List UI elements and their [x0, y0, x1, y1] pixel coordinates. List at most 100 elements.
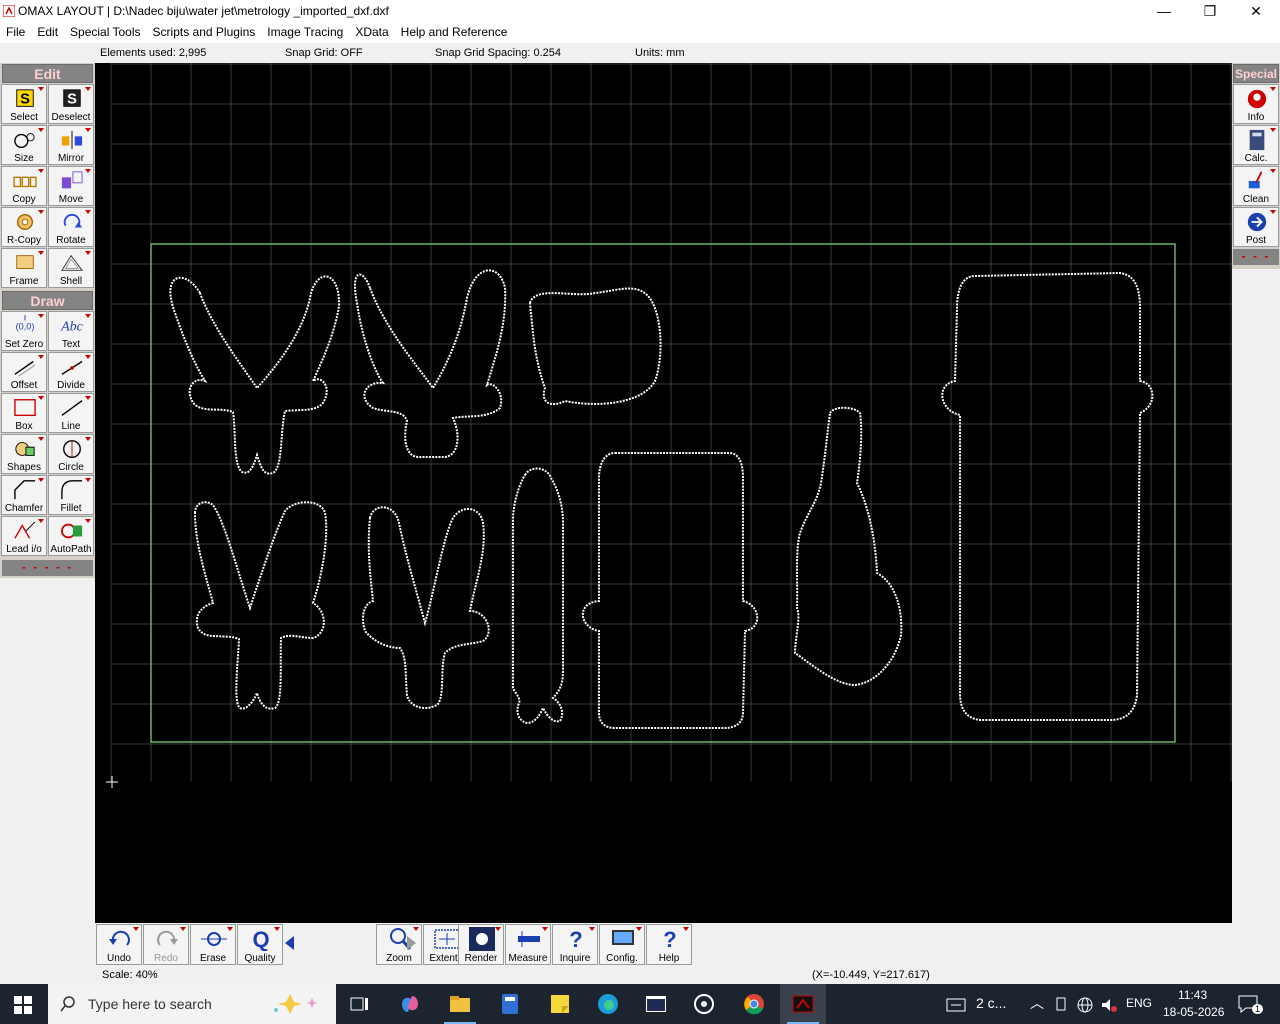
- autopath-button[interactable]: AutoPath: [48, 516, 94, 556]
- tool-label: Divide: [57, 380, 85, 391]
- tool-label: Clean: [1242, 194, 1270, 205]
- shapes-button[interactable]: Shapes: [1, 434, 47, 474]
- tool-label: Line: [61, 421, 81, 432]
- app-group-icon: [946, 998, 966, 1012]
- info-button[interactable]: Info: [1233, 84, 1279, 124]
- steering-app-icon[interactable]: [692, 992, 716, 1016]
- chamfer-button[interactable]: Chamfer: [1, 475, 47, 515]
- app-group-label[interactable]: 2 c...: [976, 995, 1006, 1011]
- dropdown-arrow-icon: [180, 927, 186, 931]
- line-button[interactable]: Line: [48, 393, 94, 433]
- text-button[interactable]: Abc Text: [48, 311, 94, 351]
- erase-button[interactable]: Erase: [190, 924, 236, 965]
- post-button[interactable]: Post: [1233, 207, 1279, 247]
- terminal-window-icon[interactable]: [644, 992, 668, 1016]
- shell-button[interactable]: Shell: [48, 248, 94, 288]
- size-button[interactable]: Size: [1, 125, 47, 165]
- tool-label: Frame: [9, 276, 39, 287]
- svg-text:?: ?: [569, 927, 582, 951]
- scroll-right-arrow-icon[interactable]: [407, 936, 416, 950]
- omax-taskbar-button[interactable]: [780, 984, 826, 1024]
- part-antler-2: [354, 269, 507, 459]
- config-button[interactable]: Config.: [599, 924, 645, 965]
- more-tools[interactable]: - - - - -: [2, 560, 93, 576]
- file-explorer-icon[interactable]: [448, 992, 472, 1016]
- fillet-button[interactable]: Fillet: [48, 475, 94, 515]
- network-device-icon[interactable]: [1054, 997, 1068, 1013]
- globe-network-icon[interactable]: [1076, 996, 1094, 1014]
- chrome-browser-icon[interactable]: [742, 992, 766, 1016]
- copilot-icon[interactable]: [398, 992, 422, 1016]
- more-special-tools[interactable]: - - -: [1233, 249, 1279, 265]
- mirror-button[interactable]: Mirror: [48, 125, 94, 165]
- tool-label: R-Copy: [7, 235, 41, 246]
- copy-button[interactable]: Copy: [1, 166, 47, 206]
- inquire-button[interactable]: ? Inquire: [552, 924, 598, 965]
- menu-file[interactable]: File: [0, 23, 31, 39]
- menu-scripts-plugins[interactable]: Scripts and Plugins: [147, 23, 262, 39]
- clock-date[interactable]: 18-05-2026: [1163, 1005, 1224, 1019]
- dropdown-arrow-icon: [85, 355, 91, 359]
- rotary-copy-icon: [16, 213, 34, 231]
- part-bottle: [793, 406, 903, 687]
- calc-button[interactable]: Calc.: [1233, 125, 1279, 165]
- move-button[interactable]: Move: [48, 166, 94, 206]
- circle-icon: [63, 440, 81, 458]
- volume-muted-icon[interactable]: [1100, 996, 1118, 1014]
- input-language[interactable]: ENG: [1126, 996, 1152, 1010]
- undo-button[interactable]: Undo: [96, 924, 142, 965]
- tool-label: Fillet: [60, 503, 82, 514]
- dropdown-arrow-icon: [1270, 169, 1276, 173]
- quality-button[interactable]: Q Quality: [237, 924, 283, 965]
- edge-browser-icon[interactable]: [596, 992, 620, 1016]
- deselect-button[interactable]: S Deselect: [48, 84, 94, 124]
- dropdown-arrow-icon: [85, 314, 91, 318]
- frame-icon: [16, 255, 34, 269]
- dropdown-arrow-icon: [38, 210, 44, 214]
- divide-button[interactable]: Divide: [48, 352, 94, 392]
- redo-button[interactable]: Redo: [143, 924, 189, 965]
- clock-time[interactable]: 11:43: [1178, 988, 1207, 1002]
- clean-button[interactable]: Clean: [1233, 166, 1279, 206]
- dropdown-arrow-icon: [85, 519, 91, 523]
- offset-icon: [14, 360, 36, 377]
- inquire-icon: ?: [569, 927, 582, 951]
- help-button[interactable]: ? Help: [646, 924, 692, 965]
- calculator-app-icon[interactable]: [498, 992, 522, 1016]
- lead-i-o-button[interactable]: Lead i/o: [1, 516, 47, 556]
- close-button[interactable]: ✕: [1233, 0, 1279, 23]
- tool-label: Info: [1247, 112, 1265, 123]
- frame-button[interactable]: Frame: [1, 248, 47, 288]
- tool-label: Help: [658, 953, 680, 964]
- set-zero-button[interactable]: (0,0) Set Zero: [1, 311, 47, 351]
- mirror-icon: [61, 130, 83, 150]
- windows-start-icon[interactable]: [14, 996, 32, 1014]
- menu-image-tracing[interactable]: Image Tracing: [261, 23, 349, 39]
- r-copy-button[interactable]: R-Copy: [1, 207, 47, 247]
- minimize-button[interactable]: —: [1141, 0, 1187, 23]
- rotate-button[interactable]: Rotate: [48, 207, 94, 247]
- window-title: OMAX LAYOUT | D:\Nadec biju\water jet\me…: [18, 4, 389, 18]
- restore-button[interactable]: ❐: [1187, 0, 1233, 23]
- canvas-svg[interactable]: [95, 63, 1232, 923]
- sticky-notes-icon[interactable]: [548, 992, 572, 1016]
- menu-special-tools[interactable]: Special Tools: [64, 23, 147, 39]
- box-button[interactable]: Box: [1, 393, 47, 433]
- tray-overflow-chevron-icon[interactable]: ︿: [1030, 993, 1044, 1013]
- dropdown-arrow-icon: [683, 927, 689, 931]
- render-button[interactable]: Render: [458, 924, 504, 965]
- task-view-icon[interactable]: [348, 992, 372, 1016]
- menu-edit[interactable]: Edit: [31, 23, 64, 39]
- line-icon: [61, 400, 83, 416]
- menu-help[interactable]: Help and Reference: [395, 23, 514, 39]
- taskbar-search-box[interactable]: Type here to search: [48, 984, 336, 1024]
- menu-xdata[interactable]: XData: [349, 23, 394, 39]
- post-icon: [1247, 212, 1267, 232]
- circle-button[interactable]: Circle: [48, 434, 94, 474]
- part-blob: [528, 287, 662, 406]
- drawing-canvas[interactable]: [95, 63, 1232, 923]
- select-button[interactable]: S Select: [1, 84, 47, 124]
- measure-button[interactable]: Measure: [505, 924, 551, 965]
- scroll-left-arrow-icon[interactable]: [285, 936, 294, 950]
- offset-button[interactable]: Offset: [1, 352, 47, 392]
